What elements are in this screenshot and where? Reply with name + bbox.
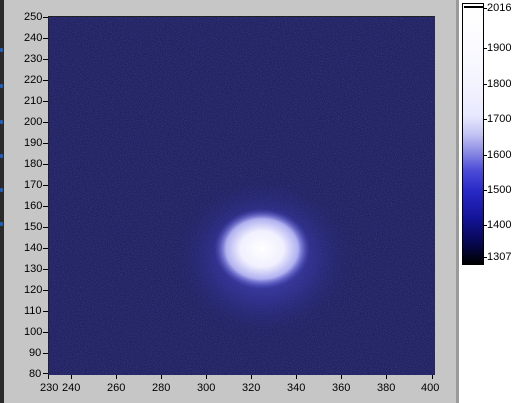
y-tick-mark (43, 332, 48, 333)
y-tick-mark (43, 38, 48, 39)
color-scale-label: 1600 (487, 149, 512, 161)
y-tick-label: 110 (24, 305, 42, 317)
y-tick-label: 190 (24, 137, 43, 149)
x-tick-mark (161, 375, 162, 379)
x-tick-label: 380 (377, 382, 396, 394)
left-edge-marker (0, 84, 3, 88)
left-edge-marker (0, 154, 3, 158)
y-tick-mark (43, 59, 48, 60)
x-tick-mark (341, 375, 342, 379)
x-tick-mark (48, 375, 49, 379)
x-tick-mark (386, 375, 387, 379)
y-tick-label: 140 (24, 242, 43, 254)
y-tick-mark (43, 269, 48, 270)
y-tick-label: 250 (24, 11, 43, 23)
x-tick-mark (116, 375, 117, 379)
y-tick-label: 230 (24, 53, 43, 65)
color-scale-tick (484, 190, 487, 191)
y-tick-mark (43, 206, 48, 207)
color-scale-tick (484, 225, 487, 226)
left-edge-marker (0, 48, 3, 52)
x-tick-label: 280 (152, 382, 171, 394)
x-tick-label: 340 (287, 382, 306, 394)
x-tick-label: 360 (332, 382, 351, 394)
color-scale-label: 1700 (487, 113, 512, 125)
y-tick-mark (43, 227, 48, 228)
y-tick-label: 120 (24, 284, 43, 296)
y-tick-mark (43, 101, 48, 102)
color-scale-label: 1500 (487, 184, 512, 196)
y-tick-label: 90 (29, 347, 42, 359)
x-tick-label: 240 (62, 382, 81, 394)
y-tick-mark (43, 290, 48, 291)
y-tick-mark (43, 143, 48, 144)
y-tick-label: 150 (24, 221, 43, 233)
color-scale-tick (484, 8, 487, 9)
graph-frame-edge (456, 0, 459, 403)
x-tick-mark (432, 375, 433, 379)
y-tick-label: 220 (24, 74, 43, 86)
y-tick-label: 160 (24, 200, 43, 212)
color-scale-tick (484, 257, 487, 258)
x-tick-mark (251, 375, 252, 379)
left-panel-edge (0, 0, 4, 403)
y-tick-mark (43, 353, 48, 354)
color-scale-label: 1400 (487, 219, 512, 231)
y-tick-label: 80 (29, 368, 42, 380)
color-scale-label: 2016 (487, 2, 512, 14)
y-tick-mark (43, 248, 48, 249)
color-scale-bar[interactable] (462, 3, 484, 265)
left-edge-marker (0, 222, 3, 226)
color-scale-label: 1800 (487, 78, 512, 90)
color-scale-tick (484, 48, 487, 49)
y-tick-label: 130 (24, 263, 43, 275)
y-tick-mark (43, 80, 48, 81)
y-tick-mark (43, 164, 48, 165)
x-tick-label: 320 (242, 382, 261, 394)
y-tick-mark (43, 311, 48, 312)
x-tick-mark (296, 375, 297, 379)
y-tick-label: 180 (24, 158, 43, 170)
y-tick-label: 210 (24, 95, 43, 107)
x-tick-mark (71, 375, 72, 379)
color-scale-tick (484, 155, 487, 156)
y-tick-label: 170 (24, 179, 43, 191)
y-tick-label: 100 (24, 326, 43, 338)
y-tick-mark (43, 122, 48, 123)
x-tick-label: 400 (421, 382, 440, 394)
left-edge-marker (0, 188, 3, 192)
spot-core (214, 209, 310, 289)
y-tick-label: 240 (24, 32, 43, 44)
x-tick-mark (206, 375, 207, 379)
y-tick-mark (43, 373, 48, 374)
color-scale-tick (484, 84, 487, 85)
color-scale-label: 1307 (487, 251, 512, 263)
color-scale-top-marker (464, 6, 483, 8)
x-tick-label: 230 (40, 382, 59, 394)
y-tick-mark (43, 17, 48, 18)
intensity-heatmap (49, 17, 435, 375)
color-scale-label: 1900 (487, 42, 512, 54)
color-scale-tick (484, 119, 487, 120)
y-tick-label: 200 (24, 116, 43, 128)
x-tick-label: 300 (197, 382, 216, 394)
left-edge-marker (0, 120, 3, 124)
intensity-image-plot[interactable] (48, 16, 435, 375)
x-tick-label: 260 (107, 382, 126, 394)
y-tick-mark (43, 185, 48, 186)
